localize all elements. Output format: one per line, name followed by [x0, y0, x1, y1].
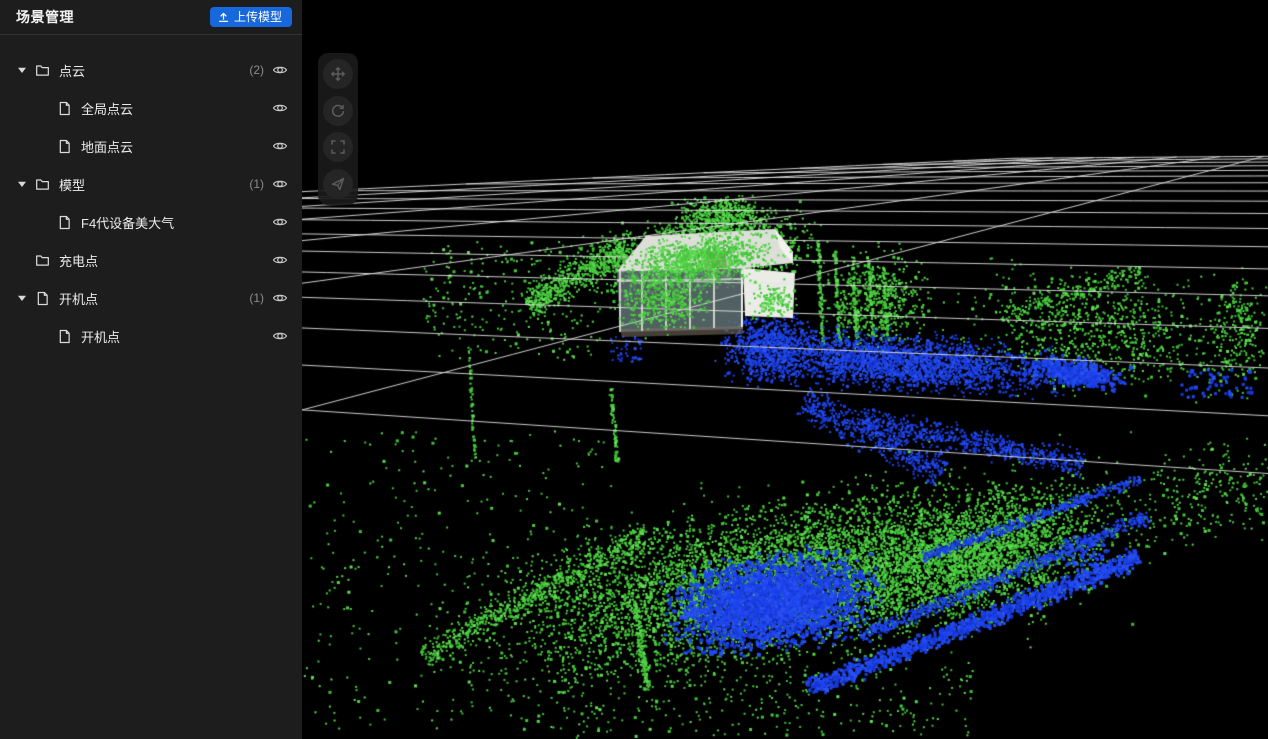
eye-visibility-icon[interactable] — [271, 176, 288, 193]
tree-row-1[interactable]: 全局点云 — [0, 89, 302, 127]
folder-icon — [34, 176, 50, 192]
scene-manager-panel: 场景管理 上传模型 点云 (2) 全局点云地面点云模型 (1) F4代设备美大气充电点开… — [0, 0, 302, 739]
eye-visibility-icon[interactable] — [271, 214, 288, 231]
scene-tree: 点云 (2) 全局点云地面点云模型 (1) F4代设备美大气充电点开机点 (1) 开机点 — [0, 35, 302, 355]
file-icon — [56, 328, 72, 344]
eye-visibility-icon[interactable] — [271, 328, 288, 345]
rotate-icon — [330, 103, 346, 119]
tree-item-label: 开机点 — [81, 327, 120, 346]
file-icon — [56, 214, 72, 230]
caret-down-icon[interactable] — [16, 178, 28, 190]
item-count: (2) — [249, 63, 264, 77]
folder-icon — [34, 62, 50, 78]
tree-row-3[interactable]: 模型 (1) — [0, 165, 302, 203]
eye-visibility-icon[interactable] — [271, 138, 288, 155]
upload-model-button[interactable]: 上传模型 — [210, 7, 292, 27]
tree-item-label: 全局点云 — [81, 99, 133, 118]
tree-row-7[interactable]: 开机点 — [0, 317, 302, 355]
viewport-toolbar — [318, 53, 358, 205]
panel-header: 场景管理 上传模型 — [0, 0, 302, 35]
viewport-3d[interactable] — [302, 0, 1268, 739]
eye-visibility-icon[interactable] — [271, 252, 288, 269]
eye-visibility-icon[interactable] — [271, 290, 288, 307]
file-icon — [34, 290, 50, 306]
panel-title: 场景管理 — [16, 7, 74, 27]
caret-down-icon[interactable] — [16, 292, 28, 304]
caret-down-icon[interactable] — [16, 64, 28, 76]
fit-view-icon — [330, 139, 346, 155]
tree-item-label: F4代设备美大气 — [81, 213, 174, 232]
item-count: (1) — [249, 291, 264, 305]
tree-item-label: 地面点云 — [81, 137, 133, 156]
caret-placeholder — [16, 254, 28, 266]
item-count: (1) — [249, 177, 264, 191]
navigate-icon — [330, 176, 346, 192]
tree-row-2[interactable]: 地面点云 — [0, 127, 302, 165]
file-icon — [56, 100, 72, 116]
tree-row-5[interactable]: 充电点 — [0, 241, 302, 279]
rotate-tool-button[interactable] — [323, 96, 353, 126]
tree-row-4[interactable]: F4代设备美大气 — [0, 203, 302, 241]
file-icon — [56, 138, 72, 154]
tree-item-label: 充电点 — [59, 251, 98, 270]
tree-row-6[interactable]: 开机点 (1) — [0, 279, 302, 317]
fit-view-tool-button[interactable] — [323, 132, 353, 162]
upload-button-label: 上传模型 — [234, 11, 282, 23]
navigate-tool-button[interactable] — [323, 169, 353, 199]
app-window: 场景管理 上传模型 点云 (2) 全局点云地面点云模型 (1) F4代设备美大气充电点开… — [0, 0, 1268, 739]
upload-icon — [218, 12, 229, 23]
folder-icon — [34, 252, 50, 268]
pan-tool-button[interactable] — [323, 59, 353, 89]
eye-visibility-icon[interactable] — [271, 100, 288, 117]
tree-item-label: 点云 — [59, 61, 85, 80]
tree-row-0[interactable]: 点云 (2) — [0, 51, 302, 89]
pointcloud-canvas[interactable] — [302, 0, 1268, 739]
pan-icon — [330, 66, 346, 82]
tree-item-label: 模型 — [59, 175, 85, 194]
eye-visibility-icon[interactable] — [271, 62, 288, 79]
tree-item-label: 开机点 — [59, 289, 98, 308]
